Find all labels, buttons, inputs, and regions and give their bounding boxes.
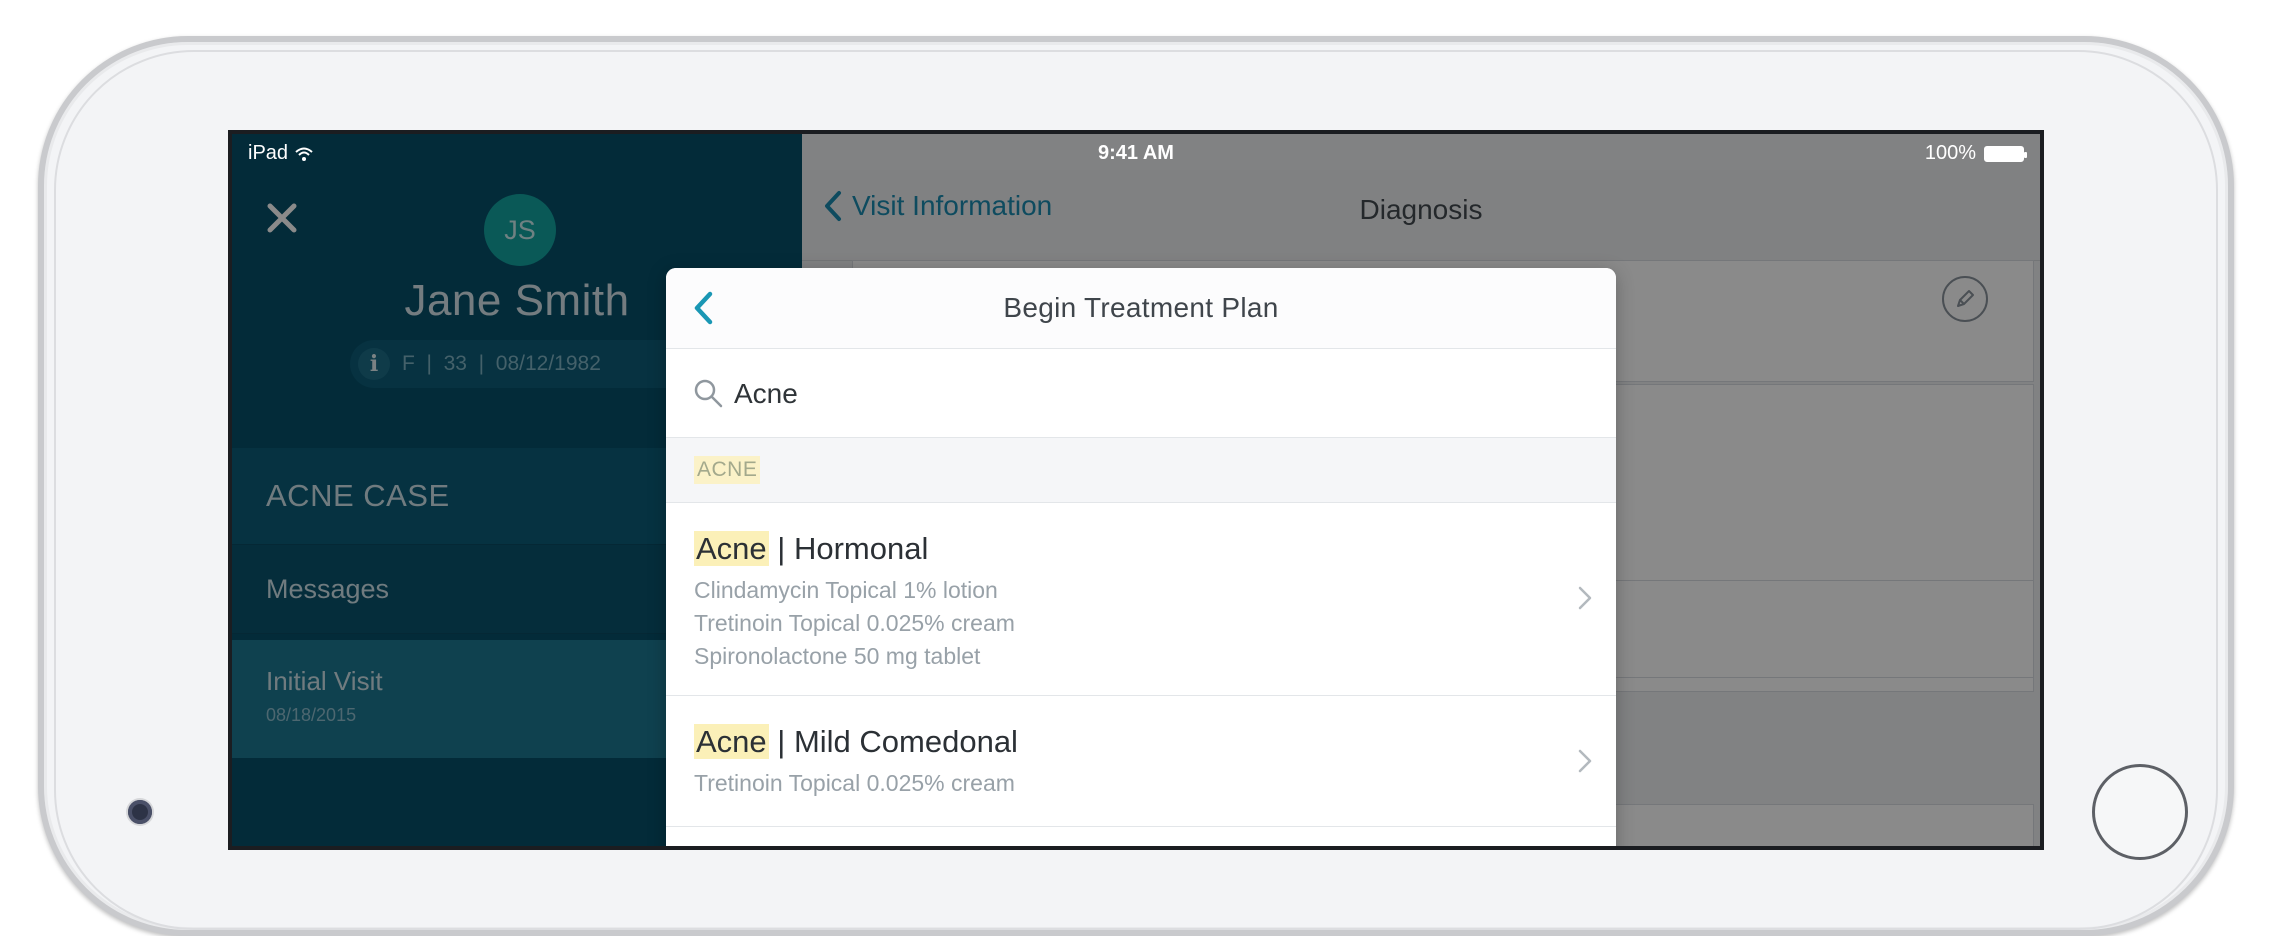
result-item[interactable]: Acne | Mild Comedonal Tretinoin Topical … (666, 696, 1616, 827)
status-time: 9:41 AM (1098, 142, 1174, 164)
patient-info: F | 33 | 08/12/1982 (402, 352, 601, 375)
treatment-plan-modal: Begin Treatment Plan ACNE Acne | Hormona… (666, 268, 1616, 846)
section-header-label: ACNE (694, 456, 761, 484)
result-title-rest: | Hormonal (768, 531, 929, 566)
navigation-bar: Visit Information Diagnosis (802, 170, 2040, 261)
search-bar (666, 349, 1616, 438)
medication-line: Clindamycin Topical 1% lotion (694, 577, 998, 603)
modal-title: Begin Treatment Plan (1003, 292, 1279, 323)
result-highlight: Acne (694, 531, 769, 566)
camera (128, 800, 152, 824)
page-title: Diagnosis (1359, 194, 1483, 225)
result-title-rest: | Mild Comedonal (768, 724, 1018, 759)
modal-header: Begin Treatment Plan (666, 268, 1616, 349)
chevron-right-icon (1578, 586, 1592, 610)
result-highlight: Acne (694, 724, 769, 759)
medication-line: Tretinoin Topical 0.025% cream (694, 770, 1015, 796)
pencil-icon[interactable] (1942, 276, 1988, 322)
screen: JS Jane Smith i F | 33 | 08/12/1982 ACNE… (228, 130, 2044, 850)
home-button[interactable] (2092, 764, 2188, 860)
result-title: Acne | Mild Comedonal (694, 696, 1616, 760)
close-icon[interactable] (264, 200, 300, 236)
search-input[interactable] (732, 371, 1556, 417)
result-item[interactable]: Acne | Hormonal Clindamycin Topical 1% l… (666, 503, 1616, 696)
result-title: Acne | Hormonal (694, 503, 1616, 567)
info-icon: i (358, 348, 390, 380)
battery-percent: 100% (1924, 142, 1976, 164)
medication-line: Tretinoin Topical 0.025% cream (694, 610, 1015, 636)
status-right: 100% (1924, 142, 2027, 165)
battery-icon (1984, 145, 2027, 162)
chevron-right-icon (1578, 749, 1592, 773)
medication-line: Spironolactone 50 mg tablet (694, 643, 981, 669)
avatar: JS (484, 194, 556, 266)
patient-info-pill[interactable]: i F | 33 | 08/12/1982 (350, 340, 710, 388)
section-header: ACNE (666, 438, 1616, 503)
status-bar: iPad 9:41 AM 100% (232, 134, 2040, 170)
search-icon (694, 379, 723, 408)
